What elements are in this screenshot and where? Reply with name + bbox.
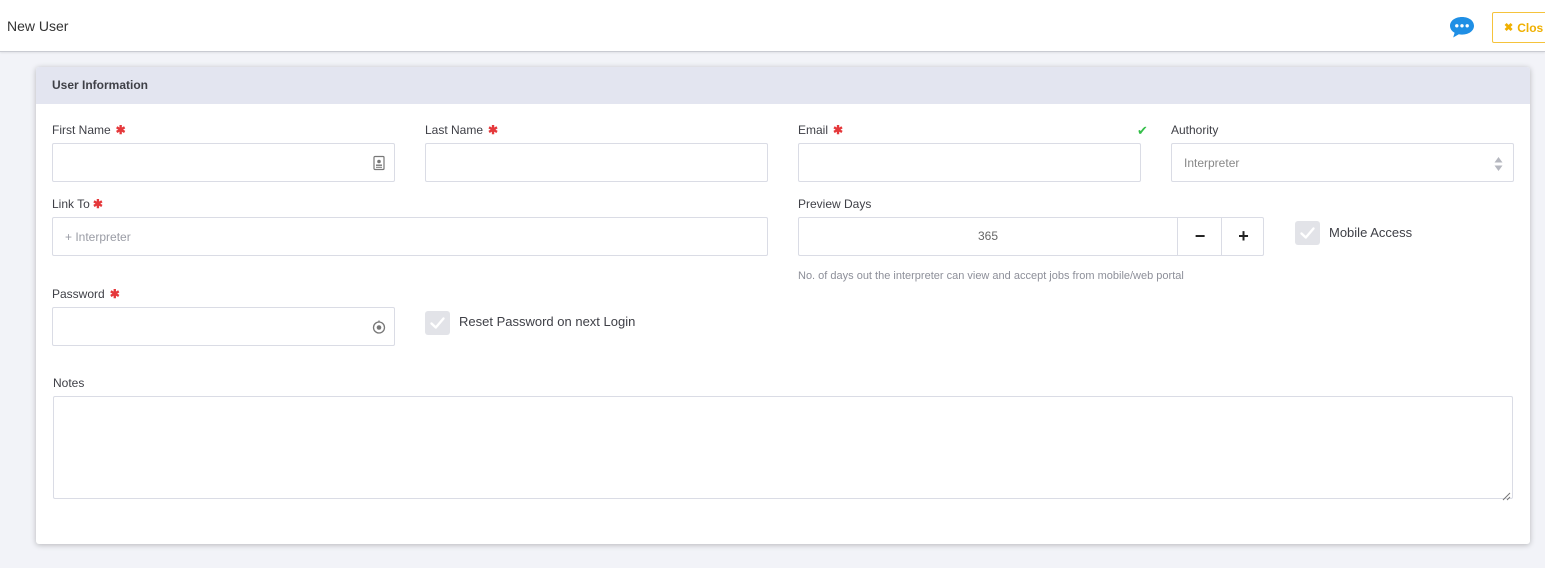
increment-button[interactable]: + <box>1222 218 1265 255</box>
user-information-card: User Information First Name ✱ Last Name ✱ … <box>36 67 1530 544</box>
mobile-access-label: Mobile Access <box>1329 225 1413 240</box>
required-icon: ✱ <box>92 197 103 211</box>
contact-card-icon[interactable] <box>372 155 386 171</box>
page-title: New User <box>7 18 69 34</box>
preview-days-label: Preview Days <box>798 197 872 211</box>
checkmark-icon <box>1300 227 1315 239</box>
close-icon: ✖ <box>1504 22 1514 34</box>
close-button-label: Clos <box>1517 20 1544 35</box>
authority-selected-value: Interpreter <box>1184 156 1240 170</box>
preview-days-hint: No. of days out the interpreter can view… <box>798 270 1184 282</box>
first-name-field[interactable] <box>52 143 395 182</box>
first-name-label: First Name ✱ <box>52 123 126 137</box>
authority-label: Authority <box>1171 123 1219 137</box>
sort-arrows-icon <box>1494 156 1503 172</box>
password-field[interactable] <box>52 307 395 346</box>
required-icon: ✱ <box>115 123 126 137</box>
reset-password-label: Reset Password on next Login <box>459 314 636 329</box>
required-icon: ✱ <box>109 287 120 301</box>
link-to-placeholder: + Interpreter <box>65 230 131 244</box>
preview-days-input[interactable]: 365 <box>799 218 1178 255</box>
last-name-field[interactable] <box>425 143 768 182</box>
email-field[interactable] <box>798 143 1141 182</box>
preview-days-stepper: 365 − + <box>798 217 1264 256</box>
authority-select[interactable]: Interpreter <box>1171 143 1514 182</box>
mobile-access-checkbox[interactable] <box>1295 221 1320 245</box>
reset-password-checkbox[interactable] <box>425 311 450 335</box>
chat-icon[interactable] <box>1448 15 1476 39</box>
last-name-label: Last Name ✱ <box>425 123 499 137</box>
top-bar: New User ✖ Clos <box>0 0 1545 52</box>
password-generate-icon[interactable] <box>372 319 386 335</box>
close-button[interactable]: ✖ Clos <box>1492 12 1545 43</box>
password-label: Password ✱ <box>52 287 120 301</box>
card-title: User Information <box>36 67 1530 104</box>
resize-handle-icon[interactable] <box>1502 488 1511 501</box>
checkmark-icon <box>430 317 445 329</box>
required-icon: ✱ <box>488 123 499 137</box>
required-icon: ✱ <box>833 123 844 137</box>
link-to-label: Link To ✱ <box>52 197 103 211</box>
email-label: Email ✱ <box>798 123 844 137</box>
decrement-button[interactable]: − <box>1179 218 1222 255</box>
valid-check-icon: ✔ <box>1137 123 1148 138</box>
notes-label: Notes <box>53 376 85 390</box>
notes-textarea[interactable] <box>53 396 1513 501</box>
link-to-field[interactable]: + Interpreter <box>52 217 768 256</box>
